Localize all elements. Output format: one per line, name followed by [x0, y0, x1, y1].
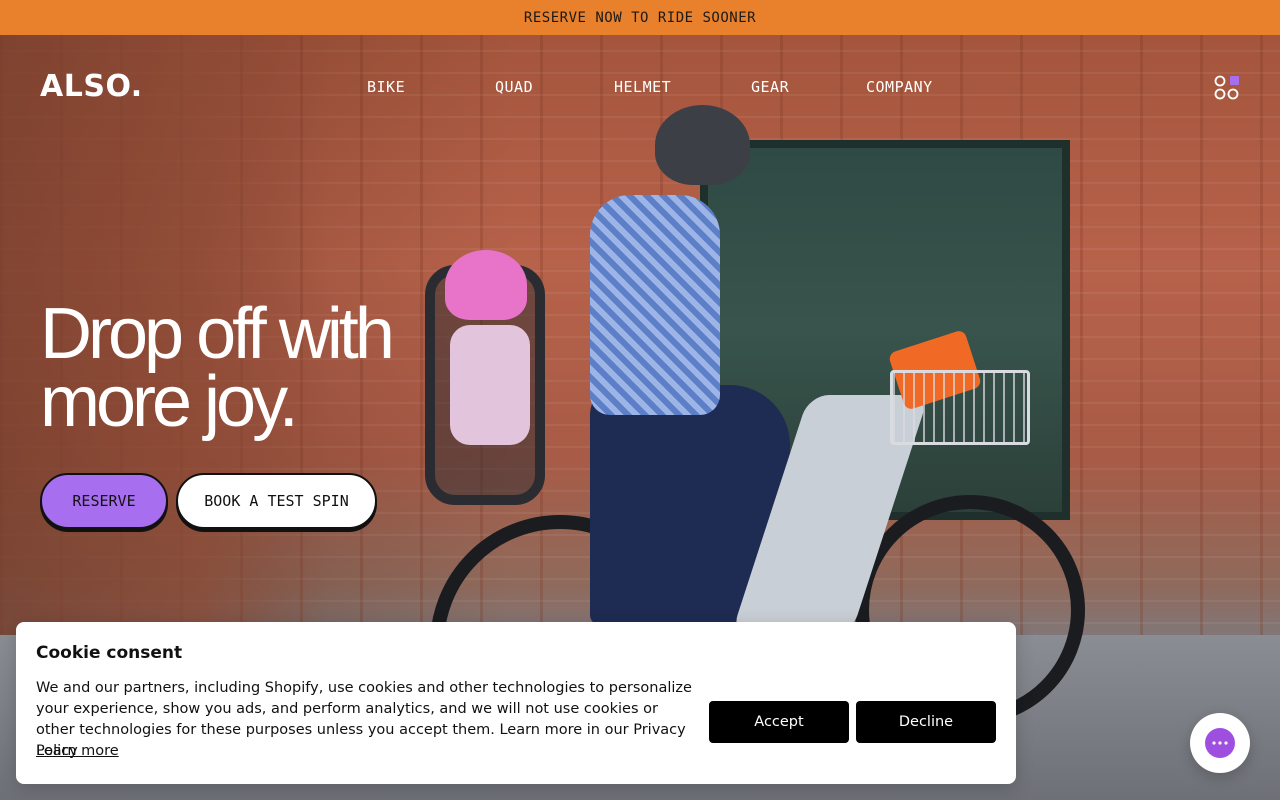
top-navigation: ALSO. BIKE QUAD HELMET GEAR COMPANY: [0, 35, 1280, 140]
nav-gear[interactable]: GEAR: [751, 78, 789, 96]
cookie-body: We and our partners, including Shopify, …: [36, 680, 692, 759]
nav-helmet[interactable]: HELMET: [614, 78, 671, 96]
decline-button[interactable]: Decline: [856, 701, 996, 743]
front-basket: [890, 370, 1030, 445]
hero-headline: Drop off with more joy.: [40, 294, 460, 442]
app-grid-icon[interactable]: [1214, 75, 1240, 101]
reserve-button[interactable]: RESERVE: [40, 473, 168, 529]
book-test-spin-button[interactable]: BOOK A TEST SPIN: [176, 473, 377, 529]
headline-line-1: Drop off with: [40, 294, 395, 374]
rider-figure: [590, 195, 720, 415]
chat-icon: [1205, 728, 1235, 758]
headline-line-2: more joy.: [40, 362, 299, 442]
learn-more-link[interactable]: Learn more: [36, 741, 119, 762]
cookie-title: Cookie consent: [36, 643, 183, 663]
nav-company[interactable]: COMPANY: [866, 78, 933, 96]
announcement-text[interactable]: RESERVE NOW TO RIDE SOONER: [524, 10, 756, 26]
nav-quad[interactable]: QUAD: [495, 78, 533, 96]
child-figure: [450, 325, 530, 445]
cookie-consent-banner: Cookie consent We and our partners, incl…: [16, 622, 1016, 784]
chat-button[interactable]: [1190, 713, 1250, 773]
nav-bike[interactable]: BIKE: [367, 78, 405, 96]
announcement-bar[interactable]: RESERVE NOW TO RIDE SOONER: [0, 0, 1280, 35]
also-logo[interactable]: ALSO.: [40, 69, 143, 104]
accept-button[interactable]: Accept: [709, 701, 849, 743]
